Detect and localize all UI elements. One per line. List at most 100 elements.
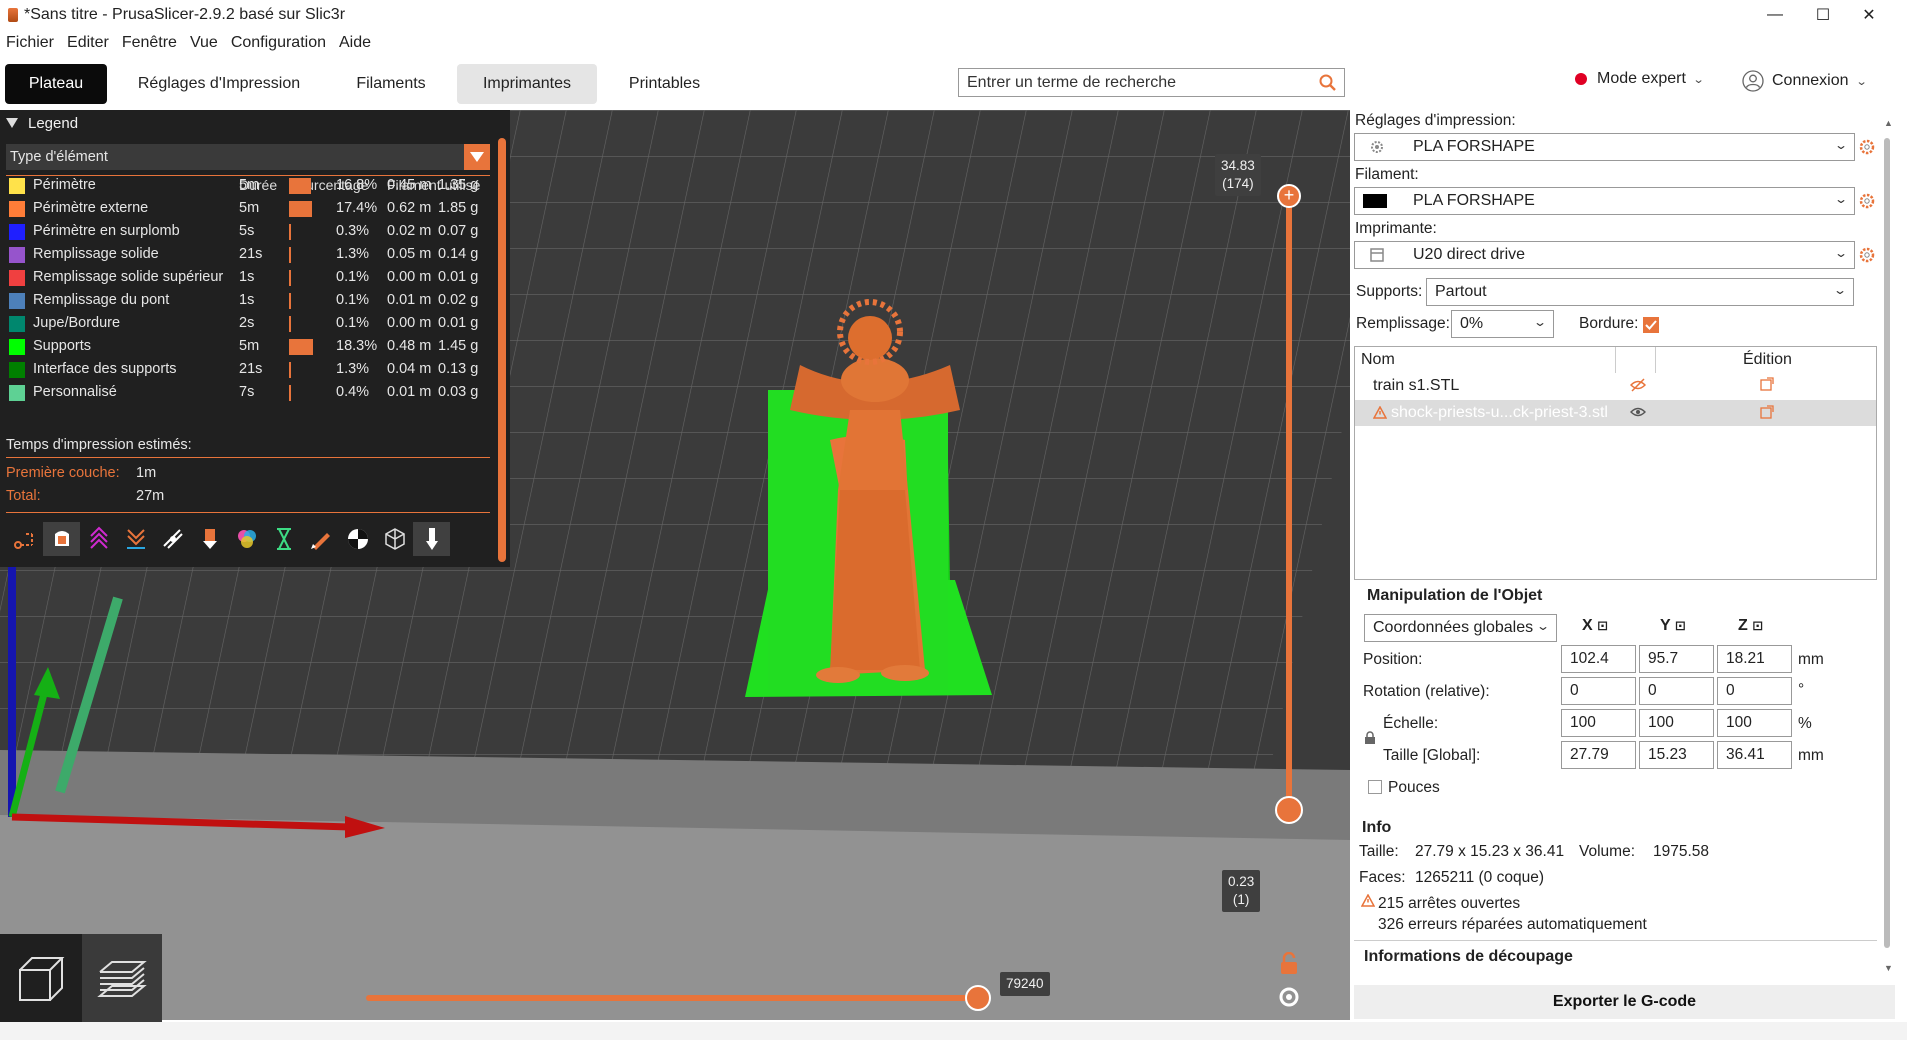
menu-configuration[interactable]: Configuration [225, 34, 333, 52]
search-input[interactable]: Entrer un terme de recherche [958, 68, 1345, 97]
tab-print-settings[interactable]: Réglages d'Impression [124, 64, 314, 104]
legend-row[interactable]: Périmètre en surplomb 5s 0.3% 0.02 m 0.07 g [0, 220, 500, 243]
travel-moves-icon[interactable] [6, 522, 43, 556]
wipe-icon[interactable] [43, 522, 80, 556]
lock-icon[interactable] [1364, 731, 1376, 745]
scrollbar-thumb[interactable] [1884, 138, 1890, 948]
rotation-y-input[interactable]: 0 [1639, 677, 1714, 705]
filament-edit-gear-icon[interactable] [1858, 192, 1876, 210]
filament-value: PLA FORSHAPE [1413, 192, 1535, 209]
chevron-down-icon: ⌄ [1855, 75, 1868, 88]
brim-checkbox[interactable] [1643, 317, 1659, 333]
layer-slider-track[interactable] [1286, 194, 1292, 814]
printer-edit-gear-icon[interactable] [1858, 246, 1876, 264]
scale-z-input[interactable]: 100 [1717, 709, 1792, 737]
legend-item-duration: 5m [239, 338, 260, 354]
axis-z-label: Z [1738, 617, 1748, 634]
legend-row[interactable]: Remplissage du pont 1s 0.1% 0.01 m 0.02 g [0, 289, 500, 312]
tool-marker-icon[interactable] [413, 522, 450, 556]
gear-icon [1371, 141, 1383, 153]
menu-aide[interactable]: Aide [333, 34, 378, 52]
eye-icon[interactable] [1630, 406, 1646, 418]
legend-row[interactable]: Périmètre 5m 16.8% 0.45 m 1.35 g [0, 174, 500, 197]
legend-row[interactable]: Remplissage solide supérieur 1s 0.1% 0.00 m… [0, 266, 500, 289]
object-row-selected[interactable]: shock-priests-u...ck-priest-3.stl [1355, 400, 1876, 426]
layer-slider-top-thumb[interactable]: + [1277, 184, 1301, 208]
menu-fichier[interactable]: Fichier [0, 34, 61, 52]
size-y-input[interactable]: 15.23 [1639, 741, 1714, 769]
shells-icon[interactable] [376, 522, 413, 556]
tab-imprimantes[interactable]: Imprimantes [457, 64, 597, 104]
export-gcode-button[interactable]: Exporter le G-code [1354, 985, 1895, 1019]
pause-prints-icon[interactable] [265, 522, 302, 556]
printer-combo[interactable]: U20 direct drive ⌄ [1354, 241, 1855, 269]
sidebar-scrollbar[interactable]: ▲ ▼ [1882, 118, 1893, 978]
unlock-icon[interactable] [1277, 952, 1301, 976]
view-3d-button[interactable] [0, 934, 80, 1022]
minimize-button[interactable]: — [1752, 0, 1798, 30]
edit-icon[interactable] [1760, 377, 1774, 391]
size-x-input[interactable]: 27.79 [1561, 741, 1636, 769]
menu-fenetre[interactable]: Fenêtre [116, 34, 184, 52]
supports-combo[interactable]: Partout ⌄ [1426, 278, 1854, 306]
rotation-z-input[interactable]: 0 [1717, 677, 1792, 705]
print-settings-combo[interactable]: PLA FORSHAPE ⌄ [1354, 133, 1855, 161]
move-slider-thumb[interactable] [965, 985, 991, 1011]
legend-row[interactable]: Supports 5m 18.3% 0.48 m 1.45 g [0, 335, 500, 358]
filament-combo[interactable]: PLA FORSHAPE ⌄ [1354, 187, 1855, 215]
repaired-errors-text: 326 erreurs réparées automatiquement [1378, 916, 1647, 933]
drop-to-bed-icon[interactable]: ⊡ [1597, 618, 1608, 633]
view-preview-button[interactable] [82, 934, 162, 1022]
menu-vue[interactable]: Vue [184, 34, 225, 52]
tab-plateau[interactable]: Plateau [5, 64, 107, 104]
custom-gcodes-icon[interactable] [302, 522, 339, 556]
scale-x-input[interactable]: 100 [1561, 709, 1636, 737]
mode-selector[interactable]: Mode expert ⌄ [1575, 70, 1705, 88]
tab-printables[interactable]: Printables [612, 64, 717, 104]
seams-icon[interactable] [154, 522, 191, 556]
drop-to-bed-icon[interactable]: ⊡ [1675, 618, 1686, 633]
inches-checkbox[interactable] [1368, 780, 1382, 794]
print-settings-edit-gear-icon[interactable] [1858, 138, 1876, 156]
legend-view-type-select[interactable]: Type d'élément [6, 144, 490, 170]
scale-y-input[interactable]: 100 [1639, 709, 1714, 737]
legend-header[interactable]: Legend [0, 110, 510, 136]
manipulation-title: Manipulation de l'Objet [1367, 587, 1543, 604]
scroll-down-icon[interactable]: ▼ [1884, 963, 1893, 973]
eye-hidden-icon[interactable] [1630, 378, 1646, 392]
legend-row[interactable]: Personnalisé 7s 0.4% 0.01 m 0.03 g [0, 381, 500, 404]
tab-filaments[interactable]: Filaments [336, 64, 446, 104]
legend-row[interactable]: Interface des supports 21s 1.3% 0.04 m 0.13 … [0, 358, 500, 381]
scroll-up-icon[interactable]: ▲ [1884, 118, 1893, 128]
legend-percent-bar [289, 362, 291, 378]
retractions-icon[interactable] [80, 522, 117, 556]
menu-editer[interactable]: Editer [61, 34, 116, 52]
legend-row[interactable]: Périmètre externe 5m 17.4% 0.62 m 1.85 g [0, 197, 500, 220]
position-z-input[interactable]: 18.21 [1717, 645, 1792, 673]
login-button[interactable]: Connexion ⌄ [1742, 70, 1868, 92]
drop-to-bed-icon[interactable]: ⊡ [1752, 618, 1763, 633]
size-z-input[interactable]: 36.41 [1717, 741, 1792, 769]
tool-changes-icon[interactable] [191, 522, 228, 556]
layer-slider-bottom-thumb[interactable] [1275, 796, 1303, 824]
legend-item-percent: 17.4% [336, 200, 378, 216]
position-y-input[interactable]: 95.7 [1639, 645, 1714, 673]
close-button[interactable]: ✕ [1846, 0, 1892, 30]
coord-system-combo[interactable]: Coordonnées globales ⌄ [1364, 614, 1557, 642]
edit-icon[interactable] [1760, 405, 1774, 419]
maximize-button[interactable]: ☐ [1800, 0, 1846, 30]
legend-scrollbar[interactable] [498, 138, 506, 562]
search-icon[interactable] [1318, 73, 1338, 93]
legend-row[interactable]: Remplissage solide 21s 1.3% 0.05 m 0.14 g [0, 243, 500, 266]
deretractions-icon[interactable] [117, 522, 154, 556]
object-row[interactable]: train s1.STL [1355, 373, 1876, 399]
move-slider-track[interactable] [366, 995, 978, 1001]
cog-icon[interactable] [1276, 984, 1302, 1010]
center-of-gravity-icon[interactable] [339, 522, 376, 556]
rotation-x-input[interactable]: 0 [1561, 677, 1636, 705]
infill-combo[interactable]: 0% ⌄ [1451, 310, 1554, 338]
color-changes-icon[interactable] [228, 522, 265, 556]
dropdown-arrow-icon[interactable] [464, 144, 490, 170]
position-x-input[interactable]: 102.4 [1561, 645, 1636, 673]
legend-row[interactable]: Jupe/Bordure 2s 0.1% 0.00 m 0.01 g [0, 312, 500, 335]
